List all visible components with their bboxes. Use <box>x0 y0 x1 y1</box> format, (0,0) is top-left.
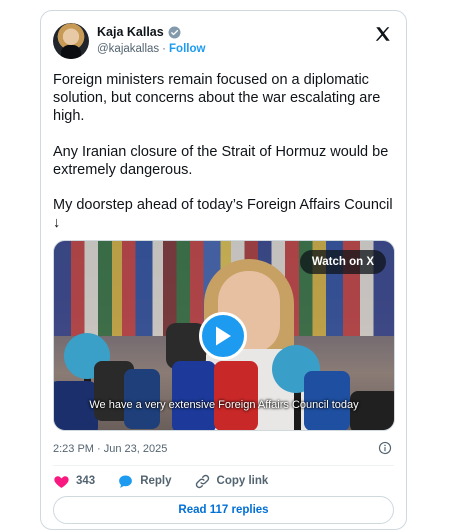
author-handle-row: @kajakallas · Follow <box>97 43 205 55</box>
reply-button[interactable]: Reply <box>117 473 172 490</box>
divider <box>53 465 394 466</box>
copy-link-label: Copy link <box>216 475 269 487</box>
read-replies-button[interactable]: Read 117 replies <box>53 496 394 524</box>
mic-stand <box>294 391 301 430</box>
video-caption: We have a very extensive Foreign Affairs… <box>89 399 359 411</box>
avatar[interactable] <box>53 23 89 59</box>
play-icon <box>216 326 231 346</box>
action-bar: 343 Reply Copy link <box>53 470 290 492</box>
copy-link-button[interactable]: Copy link <box>194 473 269 490</box>
info-icon[interactable] <box>378 441 392 455</box>
embedded-tweet-card: Kaja Kallas @kajakallas · Follow Foreign m… <box>40 10 407 530</box>
separator-dot: · <box>162 43 167 55</box>
timestamp-row: 2:23 PM · Jun 23, 2025 <box>53 439 394 459</box>
video-player[interactable]: Watch on X We have a very extensive Fore… <box>53 240 395 431</box>
watch-on-x-button[interactable]: Watch on X <box>299 250 386 274</box>
link-icon <box>195 474 209 488</box>
author-handle[interactable]: @kajakallas <box>97 43 159 55</box>
timestamp[interactable]: 2:23 PM · Jun 23, 2025 <box>53 443 167 455</box>
tweet-paragraph: Foreign ministers remain focused on a di… <box>53 72 381 125</box>
heart-icon <box>54 475 69 488</box>
like-count: 343 <box>76 475 96 487</box>
tweet-paragraph: Any Iranian closure of the Strait of Hor… <box>53 143 389 178</box>
author-name-row: Kaja Kallas <box>97 25 181 39</box>
tweet-paragraph: My doorstep ahead of today’s Foreign Aff… <box>53 197 393 232</box>
reply-label: Reply <box>140 475 172 487</box>
microphone <box>350 391 394 430</box>
play-button[interactable] <box>199 312 247 360</box>
x-logo-icon[interactable] <box>374 25 392 43</box>
microphone <box>214 361 258 430</box>
tweet-text: Foreign ministers remain focused on a di… <box>53 71 396 249</box>
author-name[interactable]: Kaja Kallas <box>97 25 164 39</box>
microphone <box>172 361 216 430</box>
like-button[interactable]: 343 <box>53 473 95 490</box>
tweet-header: Kaja Kallas @kajakallas · Follow <box>53 23 394 61</box>
follow-button[interactable]: Follow <box>169 43 205 55</box>
speech-bubble-icon <box>119 474 133 488</box>
verified-badge-icon <box>168 26 181 38</box>
